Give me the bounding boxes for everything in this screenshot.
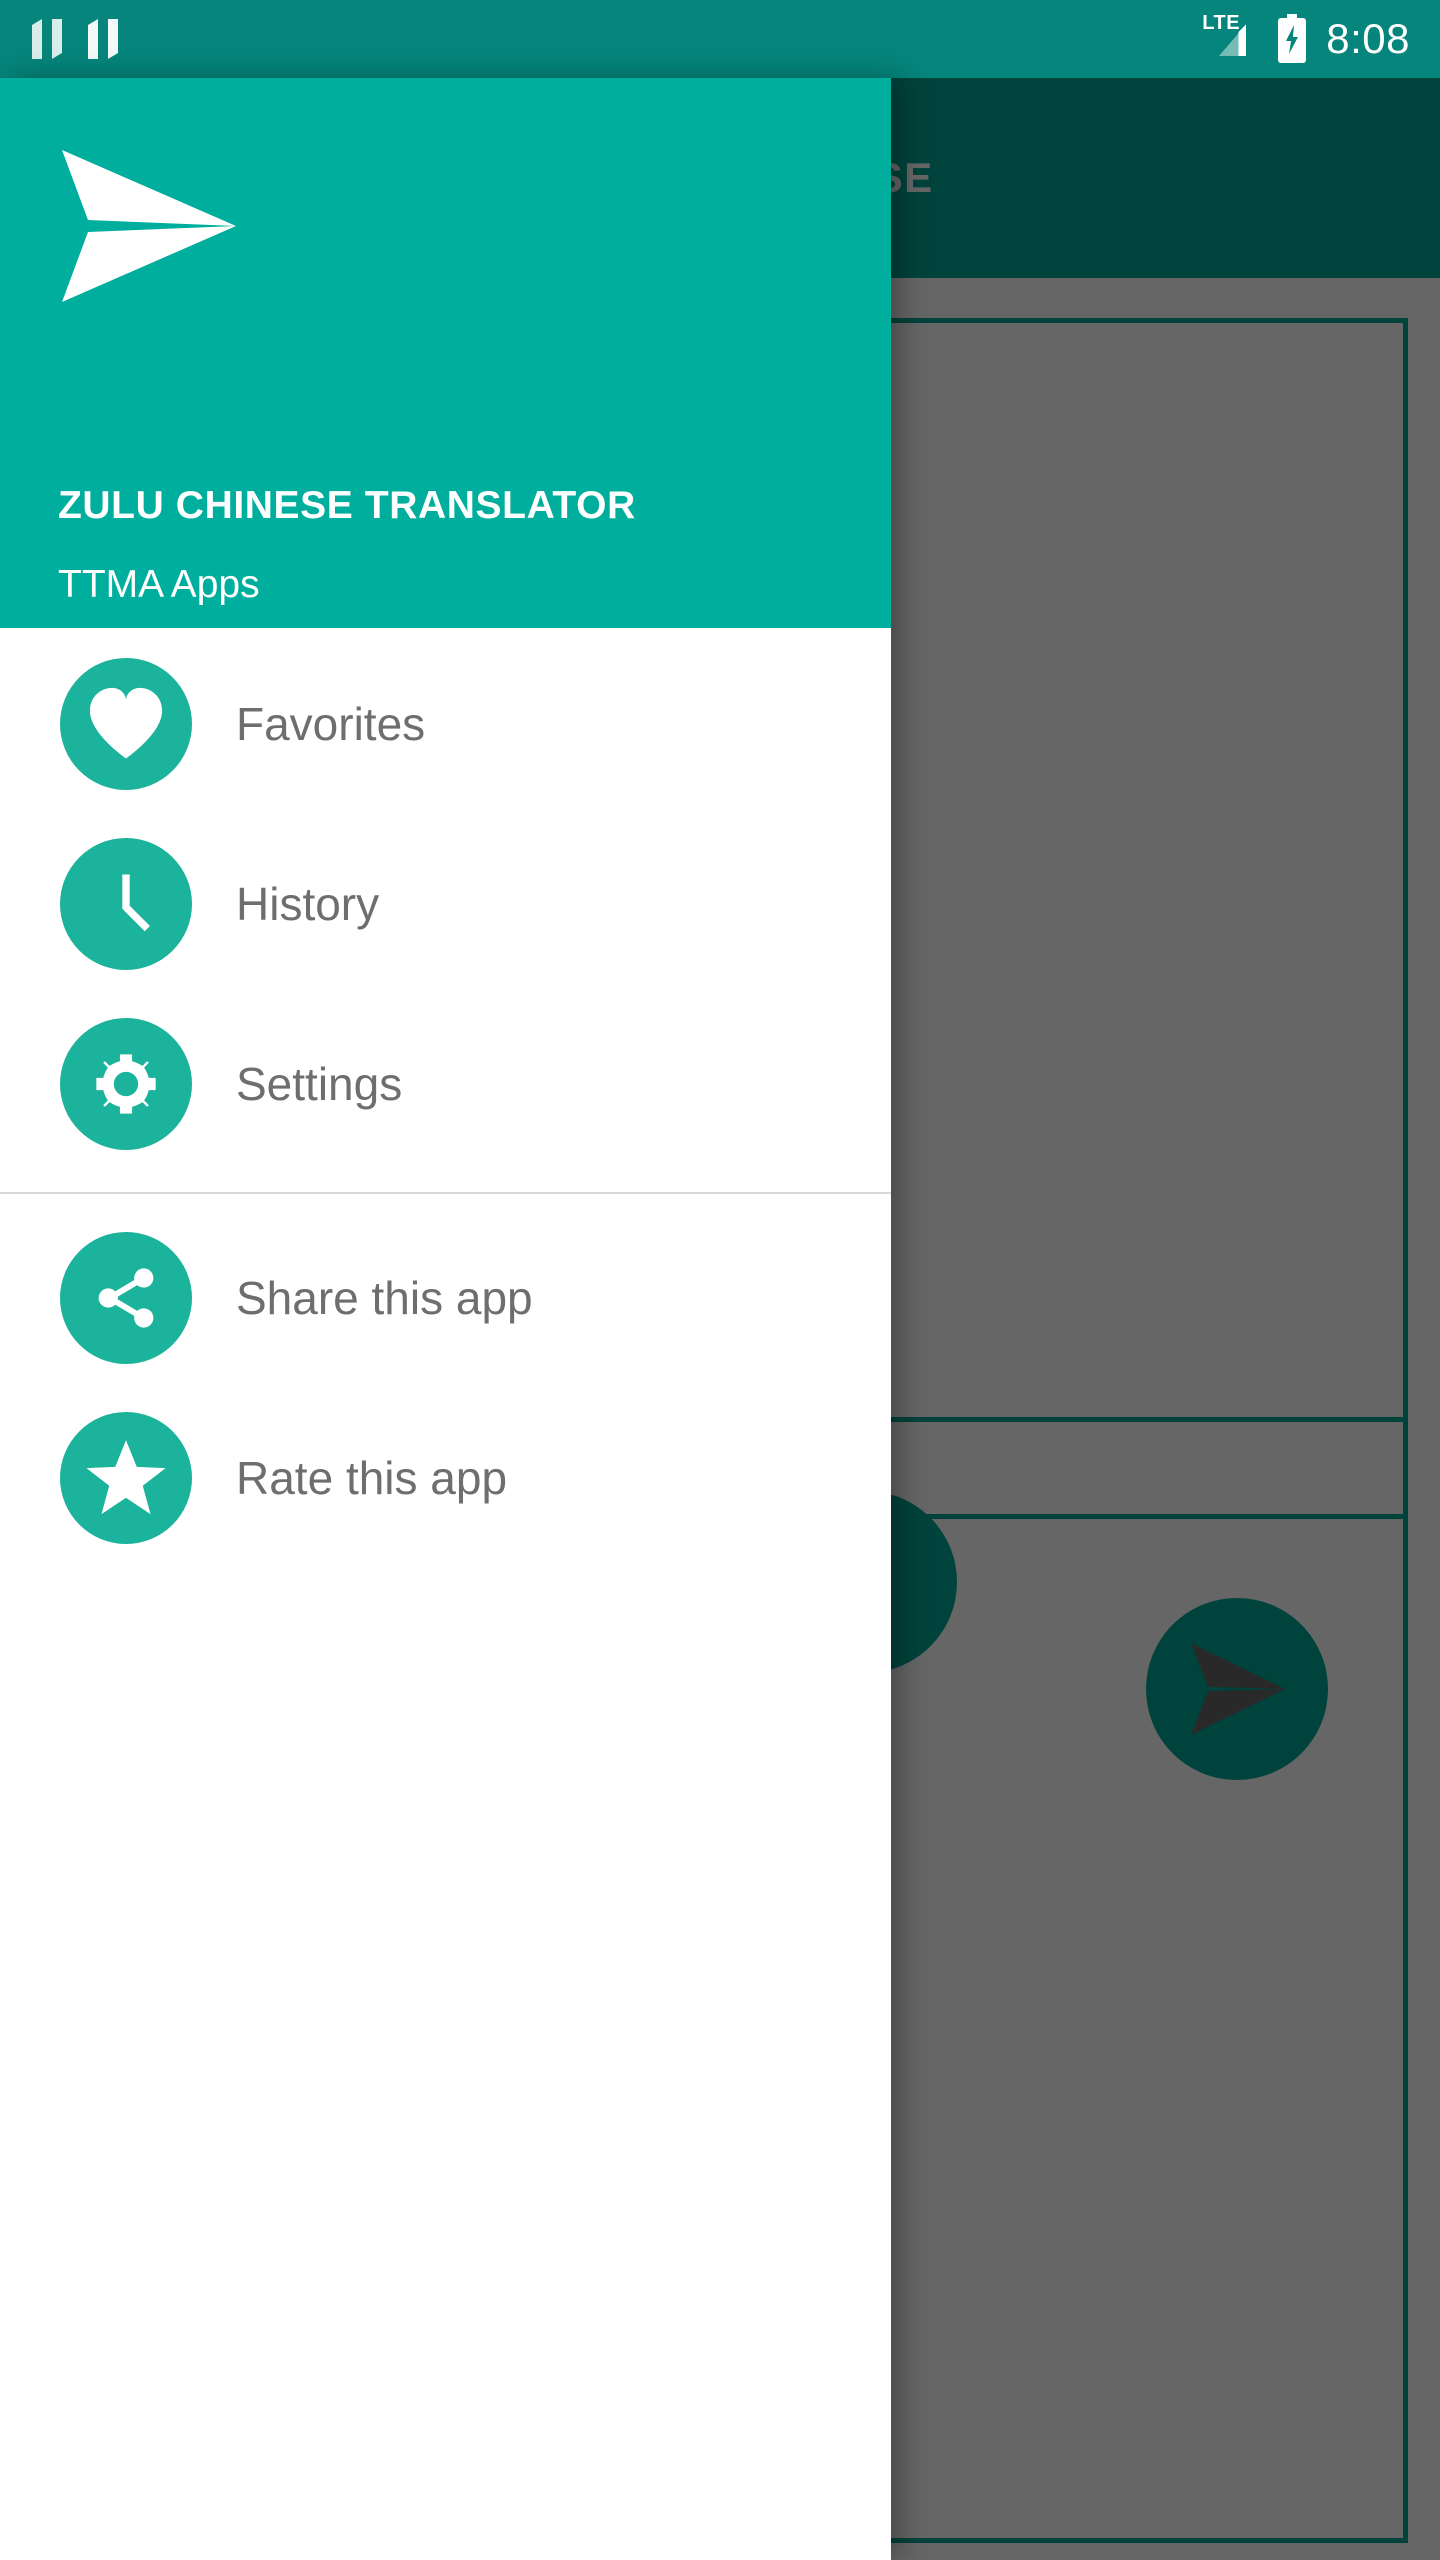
send-icon: [1191, 1643, 1285, 1735]
status-bar-indicators: LTE 8:08: [1202, 13, 1440, 64]
heart-icon: [60, 658, 192, 790]
gear-icon: [60, 1018, 192, 1150]
drawer-item-history[interactable]: History: [0, 814, 891, 994]
status-bar-clock: 8:08: [1326, 15, 1410, 62]
drawer-item-favorites[interactable]: Favorites: [0, 634, 891, 814]
clock-icon: [60, 838, 192, 970]
drawer-item-share-app[interactable]: Share this app: [0, 1208, 891, 1388]
drawer-header: ZULU CHINESE TRANSLATOR TTMA Apps: [0, 78, 891, 628]
drawer-item-label: Rate this app: [236, 1452, 508, 1504]
drawer-app-subtitle: TTMA Apps: [58, 563, 260, 606]
navigation-drawer[interactable]: ZULU CHINESE TRANSLATOR TTMA Apps Favori…: [0, 78, 891, 2560]
paper-plane-logo-icon: [62, 150, 236, 302]
drawer-item-label: History: [236, 878, 380, 930]
battery-charging-icon: [1278, 14, 1307, 63]
android-n-icon: [88, 19, 118, 59]
drawer-item-label: Favorites: [236, 698, 426, 750]
drawer-item-label: Share this app: [236, 1272, 533, 1324]
status-bar: LTE 8:08: [0, 0, 1440, 78]
drawer-menu: Favorites History Settings Share this ap…: [0, 628, 891, 1568]
lte-signal-icon: LTE: [1202, 13, 1258, 63]
status-bar-notifications: [0, 17, 120, 61]
drawer-item-rate-app[interactable]: Rate this app: [0, 1388, 891, 1568]
drawer-app-title: ZULU CHINESE TRANSLATOR: [58, 484, 636, 527]
send-fab-button[interactable]: [1146, 1598, 1328, 1780]
star-icon: [60, 1412, 192, 1544]
drawer-item-settings[interactable]: Settings: [0, 994, 891, 1174]
app-screen: CHINESE LTE: [0, 0, 1440, 2560]
drawer-item-label: Settings: [236, 1058, 403, 1110]
share-icon: [60, 1232, 192, 1364]
android-n-icon: [32, 19, 62, 59]
drawer-section-divider: [0, 1192, 891, 1194]
